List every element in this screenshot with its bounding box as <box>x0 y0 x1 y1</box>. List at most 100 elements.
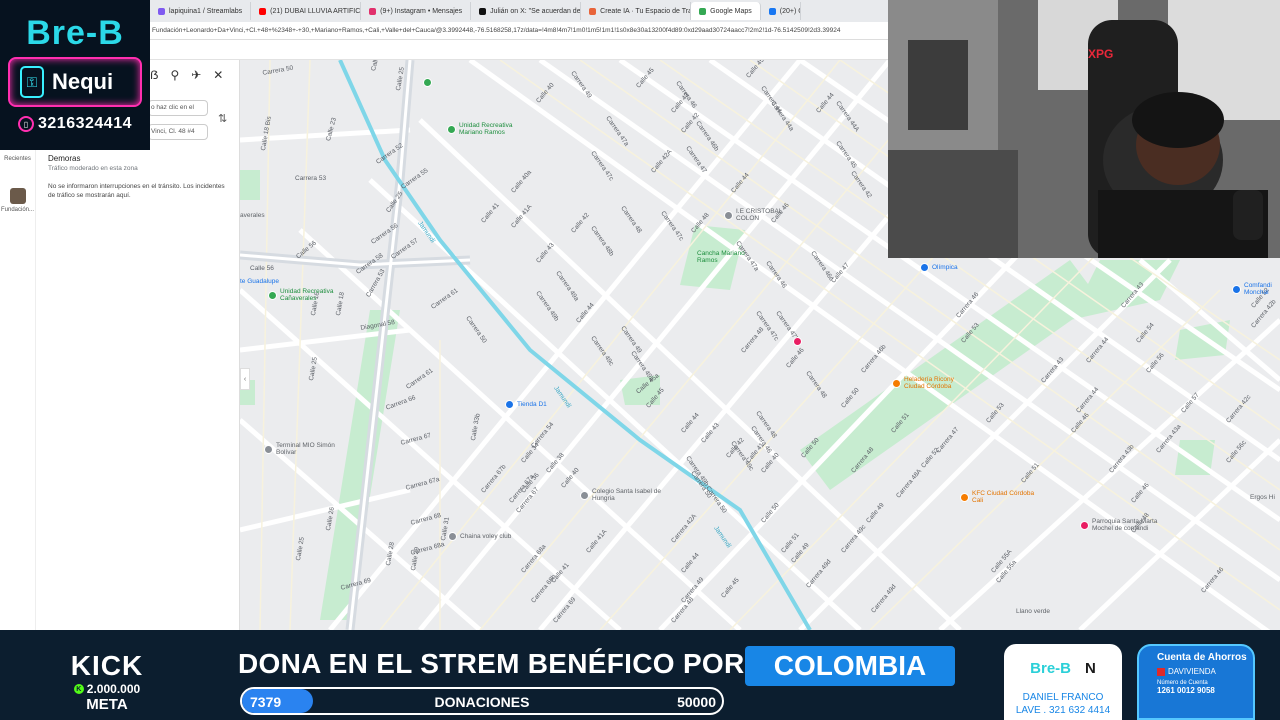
poi-label: Tienda D1 <box>517 401 547 408</box>
svg-text:XPG: XPG <box>1088 47 1113 61</box>
map-poi[interactable]: KFC Ciudad Córdoba Cali <box>960 490 1042 504</box>
browser-tab[interactable]: (20+) C <box>761 2 801 20</box>
phone-row: ▯ 3216324414 <box>18 115 132 133</box>
bookmarks-bar <box>150 40 890 60</box>
browser-tab[interactable]: Julián on X: "Se acuerdan del v <box>471 2 582 20</box>
destination-input[interactable]: Vinci, Cl. 48 #4 <box>148 124 208 140</box>
poi-label: Colegio Santa Isabel de Hungria <box>592 488 662 502</box>
map-poi[interactable]: Terminal MIO Simón Bolívar <box>264 442 346 456</box>
rail-saved-place[interactable]: Fundación... <box>0 188 35 213</box>
bicycle-icon[interactable]: ⚲ <box>170 68 179 82</box>
tab-favicon-icon <box>259 7 267 15</box>
tab-favicon-icon <box>369 7 377 15</box>
origin-input[interactable]: o haz clic en el <box>148 100 208 116</box>
swap-icon[interactable]: ⇅ <box>218 112 227 125</box>
poi-pin-icon <box>264 444 273 454</box>
breb-holder-phone: LAVE . 321 632 4414 <box>1015 705 1111 716</box>
poi-pin-icon <box>448 532 457 541</box>
tab-label: (21) DUBAI LLUVIA ARTIFICIAL <box>270 7 362 15</box>
poi-pin-icon <box>580 490 589 500</box>
tab-label: lapiquina1 / Streamlabs <box>169 7 243 15</box>
donation-current: 7379 <box>250 694 282 710</box>
map-poi[interactable] <box>793 337 805 346</box>
tab-favicon-icon <box>158 7 165 15</box>
poi-label: Parroquia Santa Marta Mochel de confandi <box>1092 518 1158 532</box>
phone-number: 3216324414 <box>38 115 132 132</box>
browser-tab[interactable]: Create IA · Tu Espacio de Trab <box>581 2 692 20</box>
breb-logo: Bre-B <box>1030 660 1071 677</box>
poi-pin-icon <box>268 290 277 300</box>
map-poi[interactable]: Comfandi Monchal <box>1232 282 1280 296</box>
poi-pin-icon <box>960 492 969 502</box>
poi-label: I.E CRISTOBAL COLON <box>736 208 783 222</box>
traffic-info: Demoras Tráfico moderado en esta zona No… <box>48 154 228 200</box>
browser-tab-strip: lapiquina1 / Streamlabs (21) DUBAI LLUVIA… <box>150 0 890 22</box>
collapse-panel-button[interactable]: ‹ <box>240 368 250 390</box>
map-poi[interactable]: Heladería Ricony Ciudad Córdoba <box>892 376 974 390</box>
map-poi[interactable]: Llano verde <box>1016 608 1050 615</box>
poi-label: Olímpica <box>932 264 958 271</box>
poi-pin-icon <box>1232 284 1241 294</box>
place-thumbnail <box>9 188 26 204</box>
park-west <box>240 170 260 200</box>
donation-goal: 50000 <box>677 694 716 710</box>
poi-pin-icon <box>1080 520 1089 530</box>
breb-holder-name: DANIEL FRANCO <box>1022 692 1104 703</box>
browser-tab[interactable]: (9+) Instagram • Mensajes <box>361 2 472 20</box>
tab-favicon-icon <box>479 7 487 15</box>
map-poi[interactable]: Ergos Hi <box>1250 494 1275 501</box>
map-poi[interactable] <box>423 78 435 87</box>
road-label[interactable]: Calle 56 <box>250 265 274 272</box>
traffic-subtitle: Tráfico moderado en esta zona <box>48 165 138 172</box>
rail-recent[interactable]: Recientes <box>0 156 35 162</box>
map-poi[interactable]: Tienda D1 <box>505 400 547 409</box>
poi-label: te Guadalupe <box>240 278 280 285</box>
donation-bar: KICK K 2.000.000 META DONA EN EL STREM B… <box>0 630 1280 720</box>
poi-label: Terminal MIO Simón Bolívar <box>276 442 335 456</box>
poi-label: Llano verde <box>1016 608 1050 615</box>
poi-label: averales <box>240 212 265 219</box>
phone-icon: ▯ <box>18 116 34 132</box>
map-poi[interactable]: Colegio Santa Isabel de Hungria <box>580 488 662 502</box>
map-poi[interactable]: te Guadalupe <box>240 278 279 285</box>
bank-brand: DAVIVIENDA <box>1157 667 1253 676</box>
breb-card: Bre-B N DANIEL FRANCO LAVE . 321 632 441… <box>1004 644 1122 720</box>
flight-icon[interactable]: ✈ <box>191 68 201 82</box>
map-poi[interactable]: Cancha Mariano Ramos <box>697 250 767 264</box>
poi-label: Heladería Ricony Ciudad Córdoba <box>904 376 954 390</box>
browser-tab[interactable]: lapiquina1 / Streamlabs <box>150 2 252 20</box>
nequi-name: Nequi <box>52 69 114 94</box>
kick-meta-label: META <box>86 696 128 713</box>
poi-pin-icon <box>423 78 432 87</box>
nequi-card: ⚿ Nequi <box>8 57 142 107</box>
webcam-overlay: XPG <box>888 0 1280 258</box>
maps-left-rail: Recientes Fundación... <box>0 150 36 630</box>
traffic-title: Demoras <box>48 154 81 163</box>
breb-logos: Bre-B N <box>1004 660 1122 677</box>
walk-icon[interactable]: ẞ <box>150 68 158 82</box>
tab-favicon-icon <box>589 7 597 15</box>
davivienda-logo-icon <box>1157 667 1165 676</box>
map-poi[interactable]: Unidad Recreativa Cañaverales <box>268 288 350 302</box>
browser-tab[interactable]: Google Maps <box>691 2 761 20</box>
map-poi[interactable]: Olímpica <box>920 263 958 272</box>
kick-logo: KICK <box>70 650 144 681</box>
browser-tab[interactable]: (21) DUBAI LLUVIA ARTIFICIAL <box>251 2 362 20</box>
tab-favicon-icon <box>768 7 776 15</box>
tab-label: (20+) C <box>779 7 800 15</box>
map-poi[interactable]: Chaina voley club <box>448 532 511 541</box>
address-bar[interactable]: Fundación+Leonardo+Da+Vinci,+Cl.+48+%234… <box>150 22 890 40</box>
map-poi[interactable]: Parroquia Santa Marta Mochel de confandi <box>1080 518 1162 532</box>
rail-recent-label: Recientes <box>4 156 31 162</box>
bank-title: Cuenta de Ahorros <box>1157 652 1247 663</box>
nequi-logo: N <box>1085 660 1096 677</box>
map-poi[interactable]: Unidad Recreativa Mariano Ramos <box>447 122 529 136</box>
poi-label: Ergos Hi <box>1250 494 1275 501</box>
map-poi[interactable]: averales <box>240 212 265 219</box>
tab-label: (9+) Instagram • Mensajes <box>380 7 463 15</box>
road-label[interactable]: Carrera 53 <box>295 175 326 182</box>
tab-label: Julián on X: "Se acuerdan del v <box>490 7 582 15</box>
close-icon[interactable]: ✕ <box>213 68 223 82</box>
map-poi[interactable]: I.E CRISTOBAL COLON <box>724 208 806 222</box>
webcam-image: XPG <box>888 0 1280 258</box>
